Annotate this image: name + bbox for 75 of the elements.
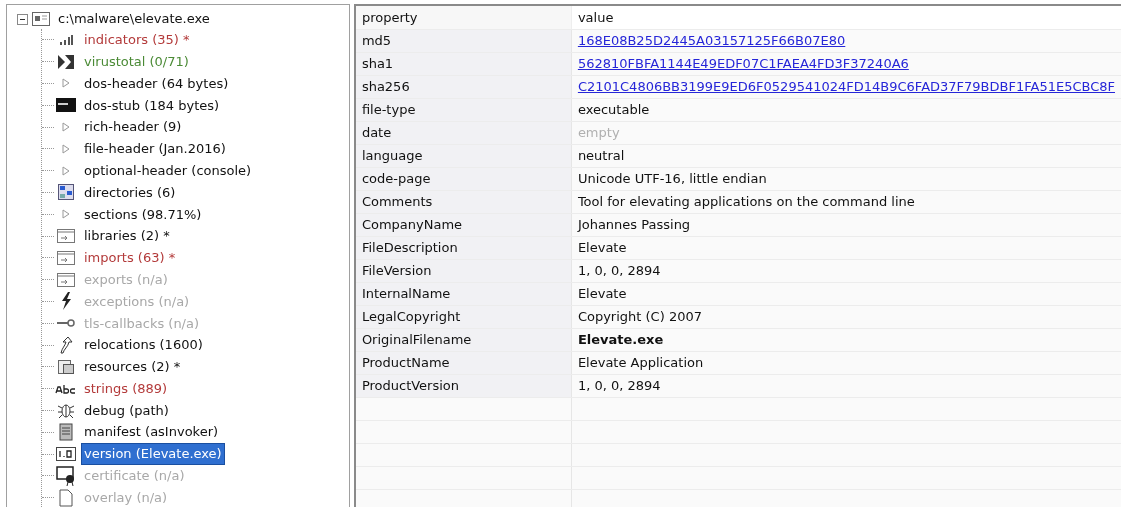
tree-item[interactable]: sections (98.71%) xyxy=(82,204,204,224)
hash-link[interactable]: 562810FBFA1144E49EDF07C1FAEA4FD3F37240A6 xyxy=(577,54,909,74)
value-text: Elevate xyxy=(577,239,627,258)
collapse-icon[interactable] xyxy=(17,13,28,25)
value-text: Tool for elevating applications on the command line xyxy=(577,193,915,212)
tree-item[interactable]: imports (63) * xyxy=(82,248,178,268)
bug-icon xyxy=(57,401,75,420)
value-text: Unicode UTF-16, little endian xyxy=(577,170,767,189)
window-icon xyxy=(56,249,76,266)
key-icon xyxy=(57,319,75,328)
tree-item[interactable]: indicators (35) * xyxy=(82,30,192,50)
value-text: Johannes Passing xyxy=(577,216,691,235)
property-cell: date xyxy=(355,122,572,144)
property-cell: code-page xyxy=(355,168,572,190)
lightning-icon xyxy=(59,292,73,311)
value-text: neutral xyxy=(577,147,625,166)
console-icon xyxy=(56,98,76,113)
column-header[interactable]: value xyxy=(571,6,1121,29)
expand-arrow-icon[interactable] xyxy=(62,209,70,220)
tree-item[interactable]: resources (2) * xyxy=(82,357,183,377)
value-text: Copyright (C) 2007 xyxy=(577,308,702,327)
tree-item[interactable]: version (Elevate.exe) xyxy=(82,444,224,464)
property-cell: language xyxy=(355,145,572,167)
tree-item[interactable]: debug (path) xyxy=(82,400,171,421)
value-text: 1, 0, 0, 2894 xyxy=(577,377,661,396)
tree-item[interactable]: directories (6) xyxy=(82,182,178,203)
property-cell: OriginalFilename xyxy=(355,329,572,351)
tree-item[interactable]: dos-stub (184 bytes) xyxy=(82,95,222,116)
window-icon xyxy=(56,228,76,245)
window-icon xyxy=(56,271,76,288)
tree-item[interactable]: dos-header (64 bytes) xyxy=(82,73,231,94)
tree-root-label[interactable]: c:\malware\elevate.exe xyxy=(58,9,210,29)
hash-link[interactable]: C2101C4806BB3199E9ED6F0529541024FD14B9C6FAD37F79BDBF1FA51E5CBC8F xyxy=(577,77,1115,97)
bar-chart-icon xyxy=(58,34,74,45)
property-cell: Comments xyxy=(355,191,572,213)
property-cell: LegalCopyright xyxy=(355,306,572,328)
tree-item[interactable]: relocations (1600) xyxy=(82,335,205,355)
tree-item[interactable]: rich-header (9) xyxy=(82,117,184,137)
documents-icon xyxy=(57,358,75,375)
property-cell: sha1 xyxy=(355,53,572,75)
expand-arrow-icon[interactable] xyxy=(62,122,70,133)
property-cell: FileVersion xyxy=(355,260,572,282)
property-cell: InternalName xyxy=(355,283,572,305)
expand-arrow-icon[interactable] xyxy=(62,143,70,154)
hash-link[interactable]: 168E08B25D2445A03157125F66B07E80 xyxy=(577,31,846,51)
tree-item[interactable]: optional-header (console) xyxy=(82,160,254,181)
tree-item[interactable]: virustotal (0/71) xyxy=(82,51,191,72)
tree-item[interactable]: manifest (asInvoker) xyxy=(82,422,221,442)
version-icon xyxy=(56,447,76,462)
tree-item[interactable]: file-header (Jan.2016) xyxy=(82,139,228,159)
property-cell: ProductName xyxy=(355,352,572,374)
curved-arrow-icon xyxy=(58,336,74,355)
value-text: Elevate Application xyxy=(577,354,704,373)
value-text: executable xyxy=(577,101,650,120)
property-cell: CompanyName xyxy=(355,214,572,236)
property-cell: FileDescription xyxy=(355,237,572,259)
column-header[interactable]: property xyxy=(355,6,572,29)
property-cell: sha256 xyxy=(355,76,572,98)
value-text: empty xyxy=(577,124,620,143)
property-cell: ProductVersion xyxy=(355,375,572,397)
value-text: 1, 0, 0, 2894 xyxy=(577,262,661,281)
abc-icon xyxy=(55,383,77,394)
expand-arrow-icon[interactable] xyxy=(62,78,70,89)
tree-item[interactable]: libraries (2) * xyxy=(82,226,172,246)
tree-item[interactable]: strings (889) xyxy=(82,378,170,399)
property-cell: md5 xyxy=(355,30,572,52)
scroll-icon xyxy=(58,423,74,442)
property-cell: file-type xyxy=(355,99,572,121)
chevron-icon xyxy=(57,53,75,70)
grid-icon xyxy=(58,184,74,201)
value-text: Elevate xyxy=(577,285,627,304)
expand-arrow-icon[interactable] xyxy=(62,165,70,176)
certificate-icon xyxy=(56,465,76,486)
file-icon xyxy=(32,12,50,26)
value-text: Elevate.exe xyxy=(577,331,664,350)
